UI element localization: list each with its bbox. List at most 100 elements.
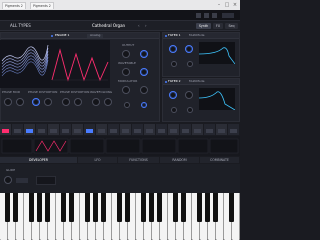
mod-source-slot[interactable] (24, 124, 36, 135)
mod-source-slot[interactable] (36, 124, 48, 135)
previous-preset-icon[interactable]: ‹ (138, 23, 143, 29)
mod-source-slot[interactable] (12, 124, 24, 135)
distortion-knob[interactable] (32, 98, 40, 106)
mod-source-slot[interactable] (0, 124, 12, 135)
mod-source-slot[interactable] (60, 124, 72, 135)
filter1-keytrack-knob[interactable] (187, 61, 193, 67)
maximize-icon[interactable]: □ (224, 2, 230, 8)
fold-knob[interactable] (92, 98, 100, 106)
piano-key-black[interactable] (85, 193, 90, 222)
filter2-curve[interactable] (198, 88, 236, 111)
mod-source-slot[interactable] (144, 124, 156, 135)
mod-rate-knob[interactable] (122, 86, 130, 94)
tab-fx[interactable]: FX (213, 23, 223, 29)
filter1-env-knob[interactable] (171, 61, 177, 67)
mod-source-slot[interactable] (156, 124, 168, 135)
mod-source-slot[interactable] (132, 124, 144, 135)
browser-filter[interactable]: ALL TYPES (10, 23, 31, 28)
undo-icon[interactable] (204, 13, 209, 18)
piano-key-black[interactable] (149, 193, 154, 222)
piano-key-black[interactable] (45, 193, 50, 222)
tab-functions[interactable]: FUNCTIONS (118, 157, 160, 163)
filter1-resonance-knob[interactable] (185, 45, 193, 53)
star-icon[interactable] (62, 23, 68, 38)
settings-icon[interactable] (196, 13, 201, 18)
piano-key-black[interactable] (61, 193, 66, 222)
window-tab[interactable]: Pigments 2 (2, 2, 26, 9)
piano-key-black[interactable] (93, 193, 98, 222)
piano-key-black[interactable] (101, 193, 106, 222)
piano-key-black[interactable] (141, 193, 146, 222)
wavetable-display[interactable] (0, 40, 50, 88)
drive-knob[interactable] (141, 102, 147, 108)
mod-source-slot[interactable] (204, 124, 216, 135)
mod-source-slot[interactable] (120, 124, 132, 135)
mod-amount-knob[interactable] (140, 86, 148, 94)
piano-key-black[interactable] (205, 193, 210, 222)
mod-source-slot[interactable] (180, 124, 192, 135)
filter1-label[interactable]: FILTER 1 (168, 33, 181, 38)
mod-source-slot[interactable] (108, 124, 120, 135)
volume-knob[interactable] (140, 50, 148, 58)
fold-amount-knob[interactable] (104, 98, 112, 106)
filter1-power-icon[interactable] (165, 35, 167, 37)
glide-knob[interactable] (4, 176, 12, 184)
wave-display[interactable] (50, 40, 110, 88)
close-icon[interactable]: × (232, 2, 238, 8)
tab-random[interactable]: RANDOM (160, 157, 200, 163)
filter2-power-icon[interactable] (165, 81, 167, 83)
fine-knob[interactable] (124, 102, 130, 108)
piano-key-black[interactable] (29, 193, 34, 222)
glide-mode-select[interactable] (16, 178, 28, 183)
mod-source-slot[interactable] (216, 124, 228, 135)
piano-key-black[interactable] (13, 193, 18, 222)
phase-mod-amount-knob[interactable] (16, 98, 24, 106)
output-knob[interactable] (122, 50, 130, 58)
preset-name[interactable]: Cathedral Organ (92, 23, 125, 28)
next-preset-icon[interactable]: › (145, 23, 150, 29)
filter2-keytrack-knob[interactable] (187, 107, 193, 113)
piano-key-black[interactable] (37, 193, 42, 222)
filter2-type-select[interactable]: MultiMode (189, 79, 205, 84)
tab-developer[interactable]: DEVELOPER (0, 157, 78, 163)
mod-source-slot[interactable] (84, 124, 96, 135)
filter1-curve[interactable] (198, 42, 236, 65)
piano-key-black[interactable] (181, 193, 186, 222)
engine-mode-select[interactable]: Analog (87, 33, 104, 38)
pd-shape-knob[interactable] (62, 98, 70, 106)
volume-slider[interactable] (222, 13, 234, 18)
tab-seq[interactable]: Seq (225, 23, 238, 29)
engine-label[interactable]: ENGINE 1 (55, 33, 69, 38)
mod-source-slot[interactable] (72, 124, 84, 135)
piano-key-black[interactable] (117, 193, 122, 222)
distortion-amount-knob[interactable] (44, 98, 52, 106)
pd-amount-knob[interactable] (74, 98, 82, 106)
filter1-cutoff-knob[interactable] (169, 45, 177, 53)
filter2-resonance-knob[interactable] (185, 91, 193, 99)
filter2-cutoff-knob[interactable] (169, 91, 177, 99)
tab-lfo[interactable]: LFO (78, 157, 118, 163)
redo-icon[interactable] (212, 13, 217, 18)
minimize-icon[interactable]: – (216, 2, 222, 8)
morph-knob[interactable] (140, 68, 148, 76)
piano-key-black[interactable] (229, 193, 234, 222)
piano-key-black[interactable] (157, 193, 162, 222)
piano-key-black[interactable] (213, 193, 218, 222)
piano-key-black[interactable] (69, 193, 74, 222)
piano-key-black[interactable] (5, 193, 10, 222)
piano-key-black[interactable] (173, 193, 178, 222)
mod-source-slot[interactable] (192, 124, 204, 135)
position-knob[interactable] (122, 68, 130, 76)
piano-key-black[interactable] (125, 193, 130, 222)
menu-icon[interactable] (3, 12, 11, 26)
window-tab[interactable]: Pigments 2 (30, 2, 54, 9)
filter2-env-knob[interactable] (171, 107, 177, 113)
filter1-type-select[interactable]: MultiMode (189, 33, 205, 38)
engine-power-icon[interactable] (51, 35, 53, 37)
mod-source-slot[interactable] (48, 124, 60, 135)
tab-synth[interactable]: Synth (196, 23, 211, 29)
mod-source-slot[interactable] (168, 124, 180, 135)
piano-key-black[interactable] (197, 193, 202, 222)
mod-source-slot[interactable] (96, 124, 108, 135)
phase-mod-knob[interactable] (4, 98, 12, 106)
